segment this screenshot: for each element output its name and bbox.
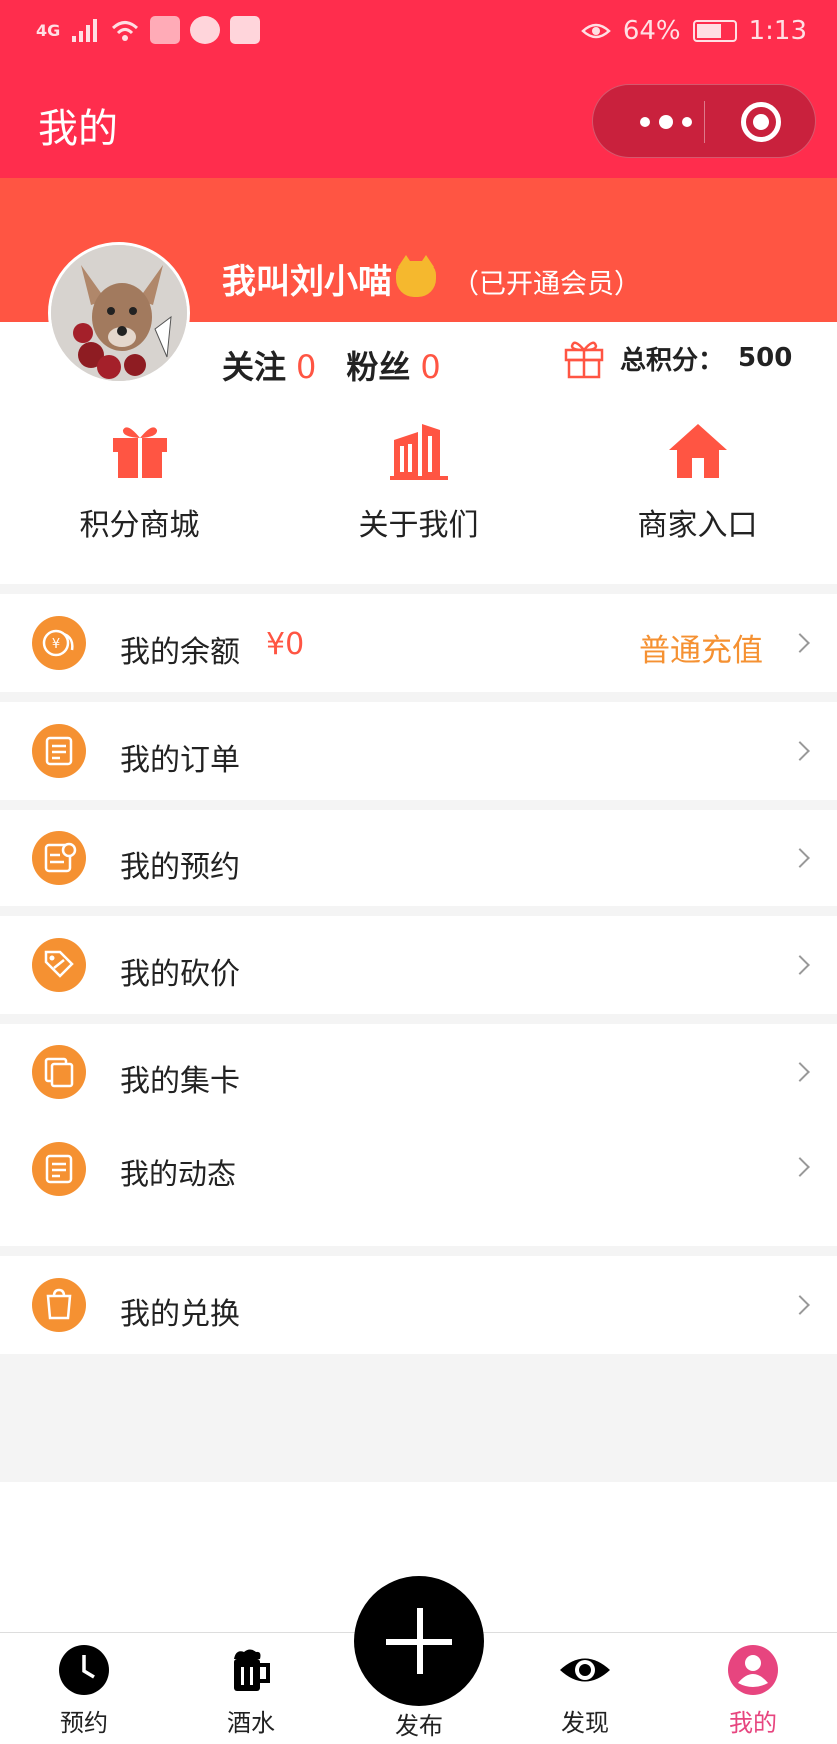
recharge-button[interactable]: 普通充值	[639, 625, 763, 670]
membership-status: （已开通会员）	[452, 269, 641, 300]
chevron-right-icon	[790, 1295, 810, 1315]
bargain-icon	[32, 938, 86, 992]
divider	[0, 1246, 837, 1256]
username: 我叫刘小喵	[222, 254, 436, 303]
divider	[0, 1014, 837, 1024]
empty-area	[0, 1354, 837, 1482]
wifi-icon	[112, 21, 139, 41]
app-notification-icon	[150, 16, 181, 44]
tab-discover[interactable]: 发现	[525, 1643, 645, 1738]
shortcut-points-mall[interactable]: 积分商城	[0, 420, 279, 580]
chevron-right-icon	[790, 1157, 810, 1177]
order-icon	[32, 724, 86, 778]
tab-label: 发现	[561, 1709, 609, 1737]
cat-emoji-icon	[396, 254, 436, 297]
balance-row[interactable]: ¥ 我的余额 ¥0 普通充值	[0, 594, 837, 692]
home-icon	[668, 424, 727, 478]
appointment-icon	[32, 831, 86, 885]
chevron-right-icon	[790, 955, 810, 975]
close-mini-program-button[interactable]	[741, 102, 781, 142]
menu-item-cards[interactable]: 我的集卡	[0, 1024, 837, 1120]
balance-label: 我的余额	[120, 635, 240, 670]
menu-item-feed[interactable]: 我的动态	[0, 1120, 837, 1246]
menu-item-label: 我的订单	[120, 743, 240, 778]
message-icon	[190, 16, 221, 44]
publish-button[interactable]	[354, 1576, 484, 1706]
menu-item-label: 我的砍价	[120, 957, 240, 992]
tab-label: 酒水	[227, 1709, 275, 1737]
tab-appointments[interactable]: 预约	[24, 1643, 144, 1738]
gift-outline-icon	[564, 341, 604, 379]
publish-label: 发布	[395, 1712, 443, 1740]
menu-item-label: 我的动态	[120, 1157, 237, 1191]
more-menu-button[interactable]	[621, 85, 711, 159]
menu-item-bargains[interactable]: 我的砍价	[0, 916, 837, 1014]
building-icon	[389, 424, 448, 480]
divider	[0, 906, 837, 916]
exchange-icon	[32, 1278, 86, 1332]
shortcut-label: 商家入口	[637, 508, 758, 543]
eye-icon	[560, 1658, 610, 1682]
cards-icon	[32, 1045, 86, 1099]
total-points[interactable]: 总积分： 500	[562, 336, 792, 380]
divider	[0, 692, 837, 702]
menu-item-exchange[interactable]: 我的兑换	[0, 1256, 837, 1354]
menu-item-orders[interactable]: 我的订单	[0, 702, 837, 800]
fans-label[interactable]: 粉丝	[346, 342, 410, 388]
coins-icon: ¥	[32, 616, 86, 670]
battery-percent: 64%	[622, 16, 681, 46]
menu-item-label: 我的预约	[120, 850, 240, 885]
status-bar: 4G 64% 1:13	[0, 0, 837, 66]
shortcut-merchant-entry[interactable]: 商家入口	[558, 420, 837, 580]
signal-icon: 4G	[36, 20, 61, 40]
divider	[0, 800, 837, 810]
shortcut-label: 关于我们	[358, 508, 479, 543]
chevron-right-icon	[790, 633, 810, 653]
mini-program-capsule	[592, 84, 816, 158]
shortcut-label: 积分商城	[79, 508, 200, 543]
avatar[interactable]	[48, 242, 190, 384]
follow-stats: 关注 0 粉丝 0	[222, 342, 461, 388]
tab-drinks[interactable]: 酒水	[191, 1643, 311, 1738]
chevron-right-icon	[790, 741, 810, 761]
menu-item-label: 我的集卡	[120, 1064, 240, 1099]
feed-icon	[32, 1142, 86, 1196]
points-value: 500	[738, 343, 793, 373]
menu-item-label: 我的兑换	[120, 1297, 240, 1332]
shortcut-grid: 积分商城 关于我们 商家入口	[0, 420, 837, 580]
chevron-right-icon	[790, 1062, 810, 1082]
divider	[0, 584, 837, 594]
points-label: 总积分：	[620, 345, 725, 376]
username-text: 我叫刘小喵	[222, 262, 392, 302]
beer-icon	[234, 1649, 270, 1691]
balance-amount: ¥0	[266, 627, 305, 662]
follow-count[interactable]: 0	[296, 348, 316, 386]
eye-comfort-icon	[580, 23, 611, 39]
svg-text:¥: ¥	[52, 637, 60, 652]
user-icon	[728, 1645, 778, 1695]
signal-bars-icon	[72, 19, 98, 42]
app-badge-icon	[230, 16, 261, 44]
tab-label: 预约	[60, 1709, 108, 1737]
menu-item-appointments[interactable]: 我的预约	[0, 810, 837, 906]
fans-count[interactable]: 0	[420, 348, 440, 386]
gift-icon	[112, 427, 167, 478]
tab-label: 我的	[729, 1709, 777, 1737]
clock-icon	[59, 1645, 109, 1695]
battery-icon	[692, 20, 737, 42]
clock-time: 1:13	[748, 16, 807, 46]
shortcut-about-us[interactable]: 关于我们	[279, 420, 558, 580]
dog-portrait-icon	[51, 245, 187, 381]
page-title: 我的	[38, 106, 118, 152]
tab-mine[interactable]: 我的	[693, 1643, 813, 1738]
follow-label[interactable]: 关注	[222, 342, 286, 388]
chevron-right-icon	[790, 848, 810, 868]
header: 4G 64% 1:13 我的	[0, 0, 837, 178]
